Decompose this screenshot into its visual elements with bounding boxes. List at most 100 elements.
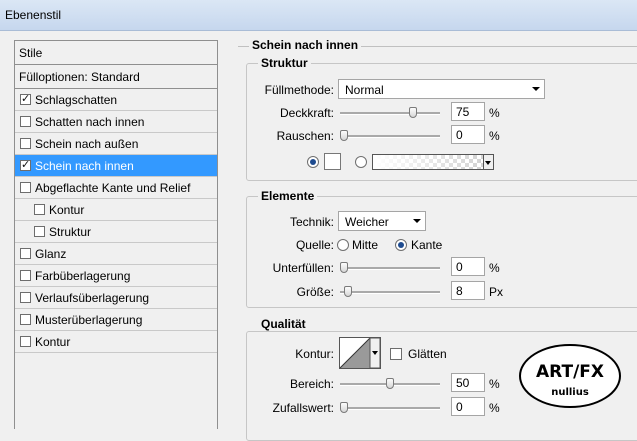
source-center-label[interactable]: Mitte bbox=[352, 238, 378, 252]
style-item-label: Schein nach außen bbox=[35, 136, 139, 151]
elements-title: Elemente bbox=[258, 189, 318, 203]
style-item[interactable]: Schein nach innen bbox=[15, 155, 217, 177]
slider-track bbox=[340, 407, 440, 410]
slider-thumb[interactable] bbox=[386, 378, 394, 389]
choke-slider[interactable] bbox=[340, 262, 440, 274]
style-item[interactable]: Kontur bbox=[15, 331, 217, 353]
gradient-picker[interactable] bbox=[372, 154, 494, 170]
source-edge-label[interactable]: Kante bbox=[411, 238, 442, 252]
slider-thumb[interactable] bbox=[344, 286, 352, 297]
antialias-label[interactable]: Glätten bbox=[408, 347, 447, 361]
jitter-slider[interactable] bbox=[340, 402, 440, 414]
style-item-label: Glanz bbox=[35, 246, 67, 261]
opacity-input[interactable]: 75 bbox=[451, 102, 485, 121]
window-title: Ebenenstil bbox=[5, 8, 62, 22]
slider-thumb[interactable] bbox=[340, 262, 348, 273]
watermark-line2: nullius bbox=[551, 387, 589, 398]
source-center-radio[interactable] bbox=[337, 239, 349, 251]
size-unit: Px bbox=[489, 285, 504, 299]
slider-thumb[interactable] bbox=[340, 130, 348, 141]
range-slider[interactable] bbox=[340, 378, 440, 390]
choke-input[interactable]: 0 bbox=[451, 257, 485, 276]
noise-slider[interactable] bbox=[340, 130, 440, 142]
opacity-slider[interactable] bbox=[340, 107, 440, 119]
style-item[interactable]: Schein nach außen bbox=[15, 133, 217, 155]
range-input[interactable]: 50 bbox=[451, 373, 485, 392]
chevron-down-icon[interactable] bbox=[483, 155, 493, 169]
styles-list: Stile Fülloptionen: Standard Schlagschat… bbox=[14, 40, 218, 429]
choke-label: Unterfüllen: bbox=[272, 261, 334, 275]
style-item[interactable]: Musterüberlagerung bbox=[15, 309, 217, 331]
style-item-label: Schatten nach innen bbox=[35, 114, 145, 129]
style-checkbox[interactable] bbox=[20, 336, 31, 347]
watermark-line1: ART/FX bbox=[536, 362, 604, 382]
technique-label: Technik: bbox=[289, 215, 334, 229]
style-item[interactable]: Verlaufsüberlagerung bbox=[15, 287, 217, 309]
blend-options-label: Fülloptionen: Standard bbox=[19, 69, 140, 84]
styles-header-label: Stile bbox=[19, 45, 43, 60]
artfx-watermark-logo: ART/FX nullius bbox=[519, 344, 621, 408]
range-label: Bereich: bbox=[289, 377, 334, 391]
style-item[interactable]: Farbüberlagerung bbox=[15, 265, 217, 287]
style-item[interactable]: Struktur bbox=[15, 221, 217, 243]
style-item[interactable]: Schlagschatten bbox=[15, 89, 217, 111]
glow-color-swatch[interactable] bbox=[324, 153, 341, 170]
title-bar: Ebenenstil bbox=[0, 0, 637, 31]
size-slider[interactable] bbox=[340, 286, 440, 298]
range-value: 50 bbox=[456, 376, 470, 390]
contour-curve-icon bbox=[340, 338, 380, 368]
size-label: Größe: bbox=[296, 285, 334, 299]
choke-unit: % bbox=[489, 261, 500, 275]
size-input[interactable]: 8 bbox=[451, 281, 485, 300]
style-checkbox[interactable] bbox=[20, 292, 31, 303]
style-item[interactable]: Abgeflachte Kante und Relief bbox=[15, 177, 217, 199]
style-checkbox[interactable] bbox=[20, 92, 31, 105]
blend-options-item[interactable]: Fülloptionen: Standard bbox=[15, 65, 217, 89]
style-checkbox[interactable] bbox=[34, 204, 45, 215]
style-checkbox[interactable] bbox=[20, 138, 31, 149]
style-checkbox[interactable] bbox=[20, 248, 31, 259]
jitter-unit: % bbox=[489, 401, 500, 415]
source-edge-radio[interactable] bbox=[395, 239, 407, 251]
style-checkbox[interactable] bbox=[20, 116, 31, 127]
source-label: Quelle: bbox=[295, 238, 334, 252]
style-checkbox[interactable] bbox=[20, 158, 31, 171]
style-item-label: Farbüberlagerung bbox=[35, 268, 131, 283]
style-item-label: Kontur bbox=[49, 202, 85, 217]
noise-input[interactable]: 0 bbox=[451, 125, 485, 144]
style-checkbox[interactable] bbox=[34, 226, 45, 237]
jitter-input[interactable]: 0 bbox=[451, 397, 485, 416]
style-item-label: Struktur bbox=[49, 224, 92, 239]
gradient-radio[interactable] bbox=[355, 156, 367, 168]
style-item-label: Musterüberlagerung bbox=[35, 312, 143, 327]
solid-color-radio[interactable] bbox=[307, 156, 319, 168]
slider-thumb[interactable] bbox=[340, 402, 348, 413]
slider-thumb[interactable] bbox=[409, 107, 417, 118]
noise-label: Rauschen: bbox=[276, 129, 334, 143]
chevron-down-icon bbox=[413, 219, 421, 223]
style-item[interactable]: Schatten nach innen bbox=[15, 111, 217, 133]
panel-title: Schein nach innen bbox=[249, 38, 362, 52]
noise-unit: % bbox=[489, 129, 500, 143]
opacity-unit: % bbox=[489, 106, 500, 120]
slider-track bbox=[340, 112, 440, 115]
choke-value: 0 bbox=[456, 260, 463, 274]
contour-picker[interactable] bbox=[339, 337, 381, 369]
style-item-label: Verlaufsüberlagerung bbox=[35, 290, 150, 305]
style-item[interactable]: Kontur bbox=[15, 199, 217, 221]
structure-title: Struktur bbox=[258, 56, 311, 70]
blend-mode-label: Füllmethode: bbox=[264, 83, 334, 97]
blend-mode-dropdown[interactable]: Normal bbox=[338, 79, 545, 99]
technique-value: Weicher bbox=[345, 215, 389, 229]
blend-mode-value: Normal bbox=[345, 83, 384, 97]
style-item[interactable]: Glanz bbox=[15, 243, 217, 265]
opacity-label: Deckkraft: bbox=[279, 106, 334, 120]
style-item-label: Abgeflachte Kante und Relief bbox=[35, 180, 191, 195]
style-checkbox[interactable] bbox=[20, 182, 31, 193]
technique-dropdown[interactable]: Weicher bbox=[338, 211, 426, 231]
style-item-label: Kontur bbox=[35, 334, 71, 349]
style-checkbox[interactable] bbox=[20, 314, 31, 325]
antialias-checkbox[interactable] bbox=[390, 348, 402, 360]
style-checkbox[interactable] bbox=[20, 270, 31, 281]
styles-header[interactable]: Stile bbox=[15, 41, 217, 65]
